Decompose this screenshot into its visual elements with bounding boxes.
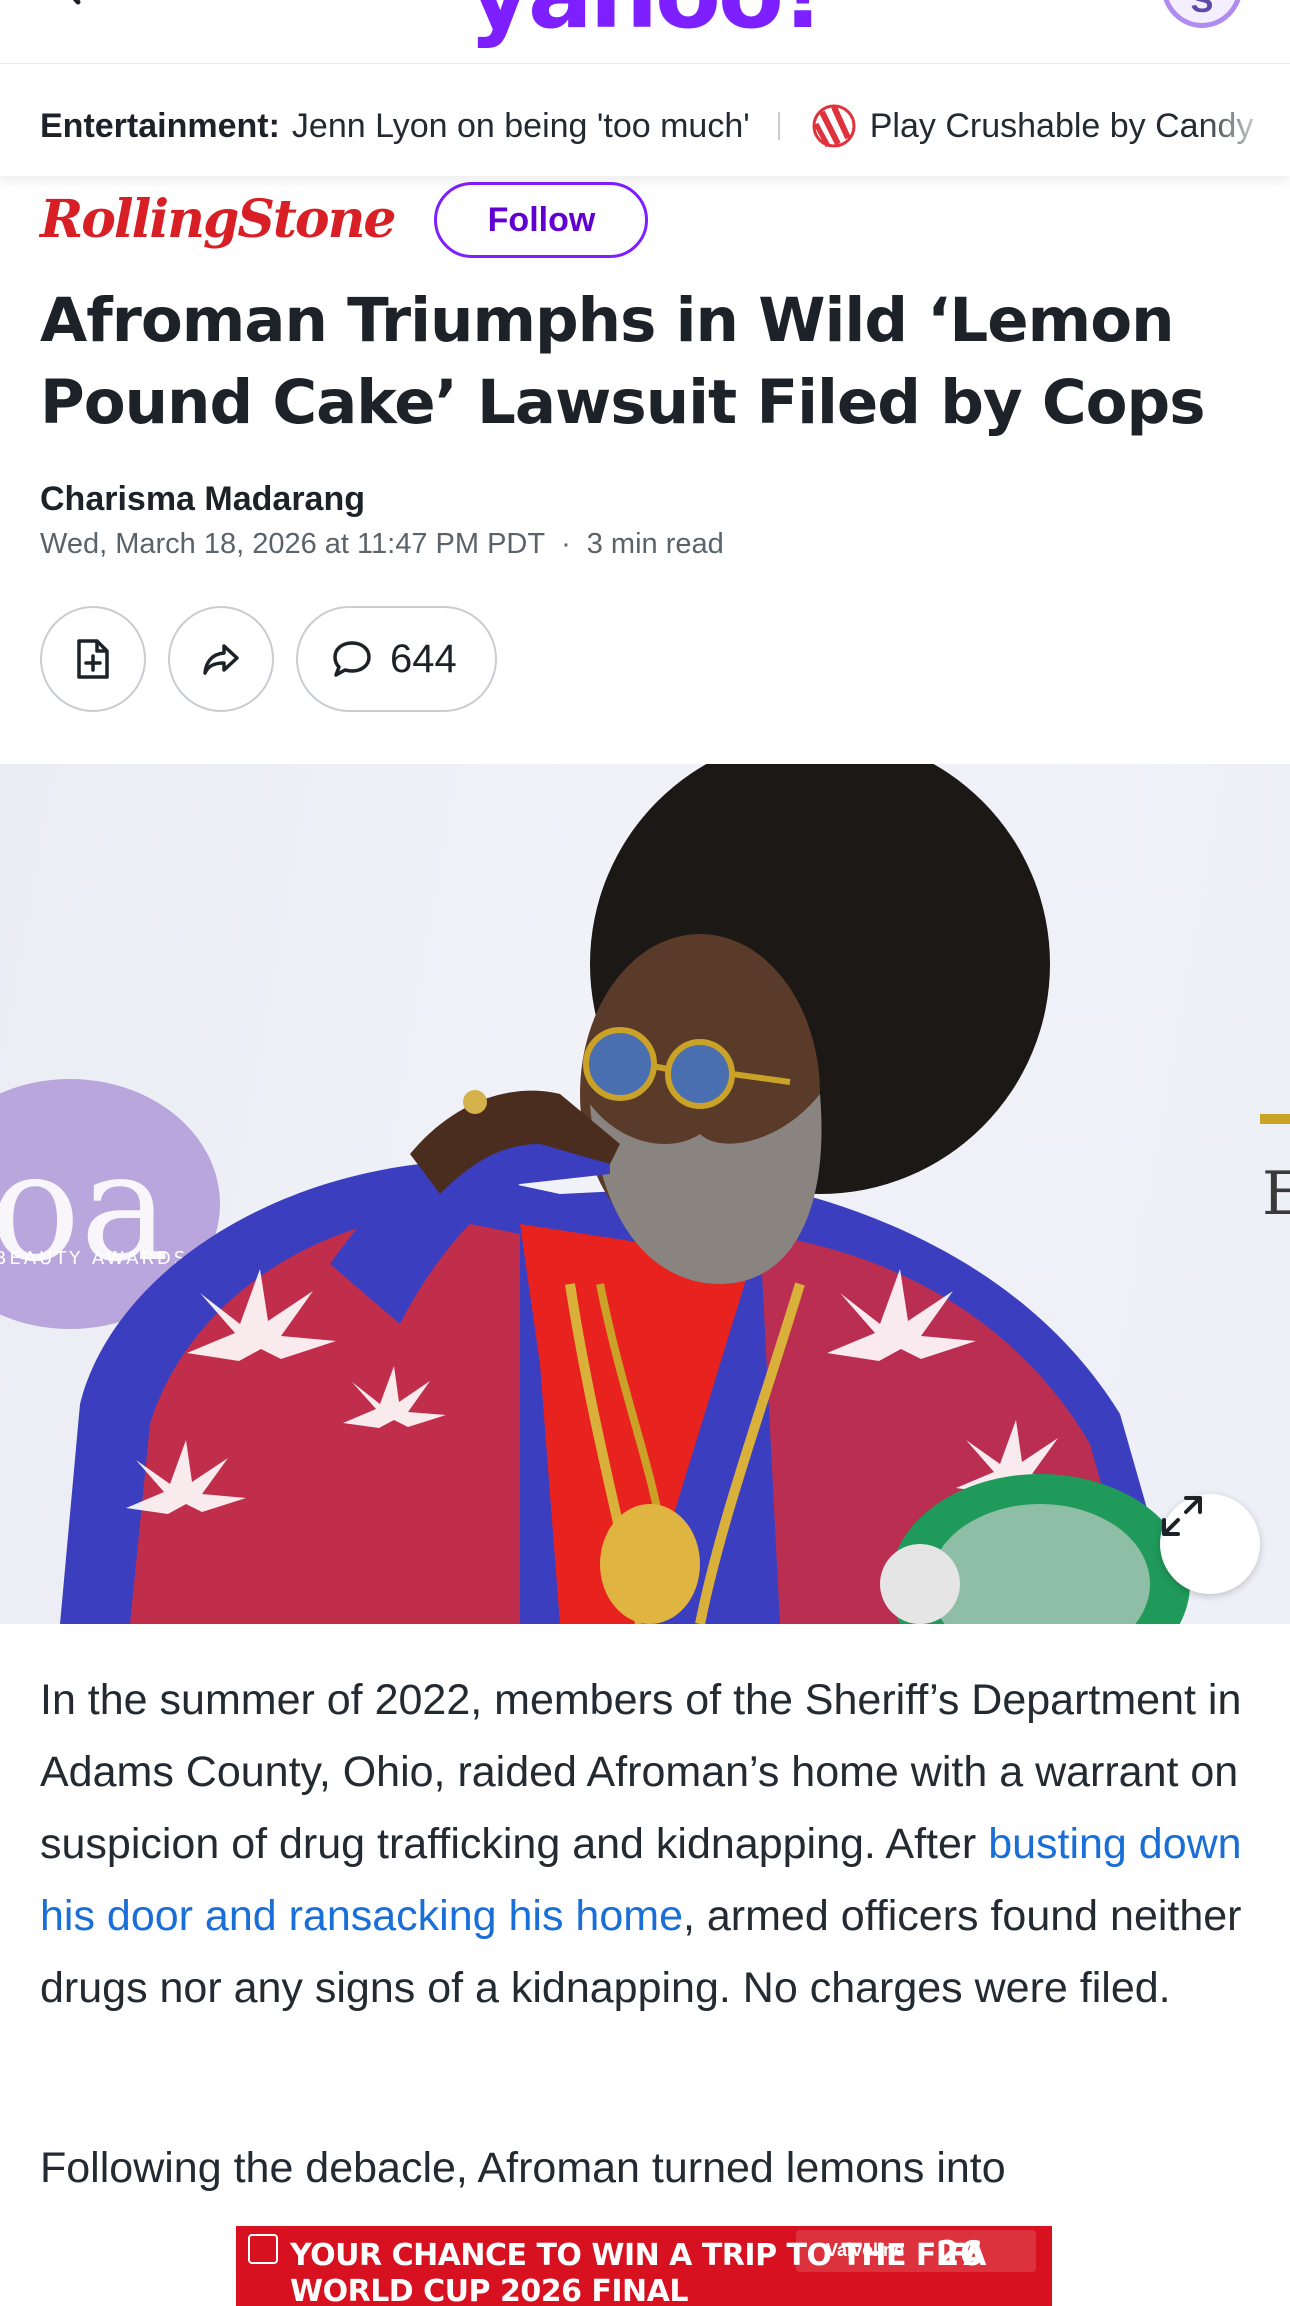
candy-icon bbox=[812, 104, 856, 148]
article-actions: 644 bbox=[40, 606, 497, 712]
ticker-category: Entertainment: bbox=[40, 107, 280, 145]
hero-illustration: oa BEAUTY AWARDS E bbox=[0, 764, 1290, 1624]
ad-play-icon[interactable] bbox=[248, 2234, 278, 2264]
comment-count: 644 bbox=[390, 636, 457, 681]
publish-date: Wed, March 18, 2026 at 11:47 PM PDT bbox=[40, 528, 546, 560]
comment-icon bbox=[333, 641, 371, 677]
comments-button[interactable]: 644 bbox=[296, 606, 497, 712]
ticker-promo-link[interactable]: Play Crushable by Candy bbox=[870, 106, 1254, 146]
share-icon bbox=[203, 644, 239, 675]
follow-button[interactable]: Follow bbox=[434, 182, 649, 258]
save-article-button[interactable] bbox=[40, 606, 146, 712]
share-button[interactable] bbox=[168, 606, 274, 712]
article-title: Afroman Triumphs in Wild ‘Lemon Pound Ca… bbox=[40, 285, 1206, 438]
article-paragraph-2: Following the debacle, Afroman turned le… bbox=[40, 2144, 1006, 2192]
meta-separator: · bbox=[561, 528, 571, 560]
trending-ticker: Entertainment: Jenn Lyon on being 'too m… bbox=[0, 64, 1290, 176]
ad-number: 26 bbox=[936, 2234, 984, 2274]
add-document-icon bbox=[77, 639, 109, 679]
article-paragraph-1: In the summer of 2022, members of the Sh… bbox=[40, 1664, 1270, 2024]
top-bar: yahoo! S bbox=[0, 0, 1290, 64]
ticker-divider bbox=[777, 112, 780, 140]
hero-image[interactable]: oa BEAUTY AWARDS E bbox=[0, 764, 1290, 1624]
ticker-fade bbox=[1200, 64, 1290, 176]
profile-initial: S bbox=[1190, 0, 1214, 20]
ad-brand: Valvoline bbox=[826, 2240, 905, 2260]
read-time: 3 min read bbox=[586, 528, 724, 560]
author-name[interactable]: Charisma Madarang bbox=[40, 480, 365, 519]
rolling-stone-logo[interactable]: RollingStone bbox=[40, 194, 396, 246]
svg-text:E: E bbox=[1262, 1159, 1290, 1229]
backdrop-text: BEAUTY AWARDS bbox=[0, 1248, 188, 1269]
publisher-row: RollingStone Follow bbox=[40, 182, 649, 258]
ad-banner[interactable]: YOUR CHANCE TO WIN A TRIP TO THE FIFA WO… bbox=[236, 2226, 1052, 2306]
expand-icon bbox=[1162, 1496, 1202, 1536]
ticker-headline-link[interactable]: Jenn Lyon on being 'too much' bbox=[292, 106, 750, 146]
yahoo-logo[interactable]: yahoo! bbox=[0, 0, 1290, 42]
expand-image-button[interactable] bbox=[1160, 1494, 1260, 1594]
article-meta: Wed, March 18, 2026 at 11:47 PM PDT · 3 … bbox=[40, 528, 724, 561]
